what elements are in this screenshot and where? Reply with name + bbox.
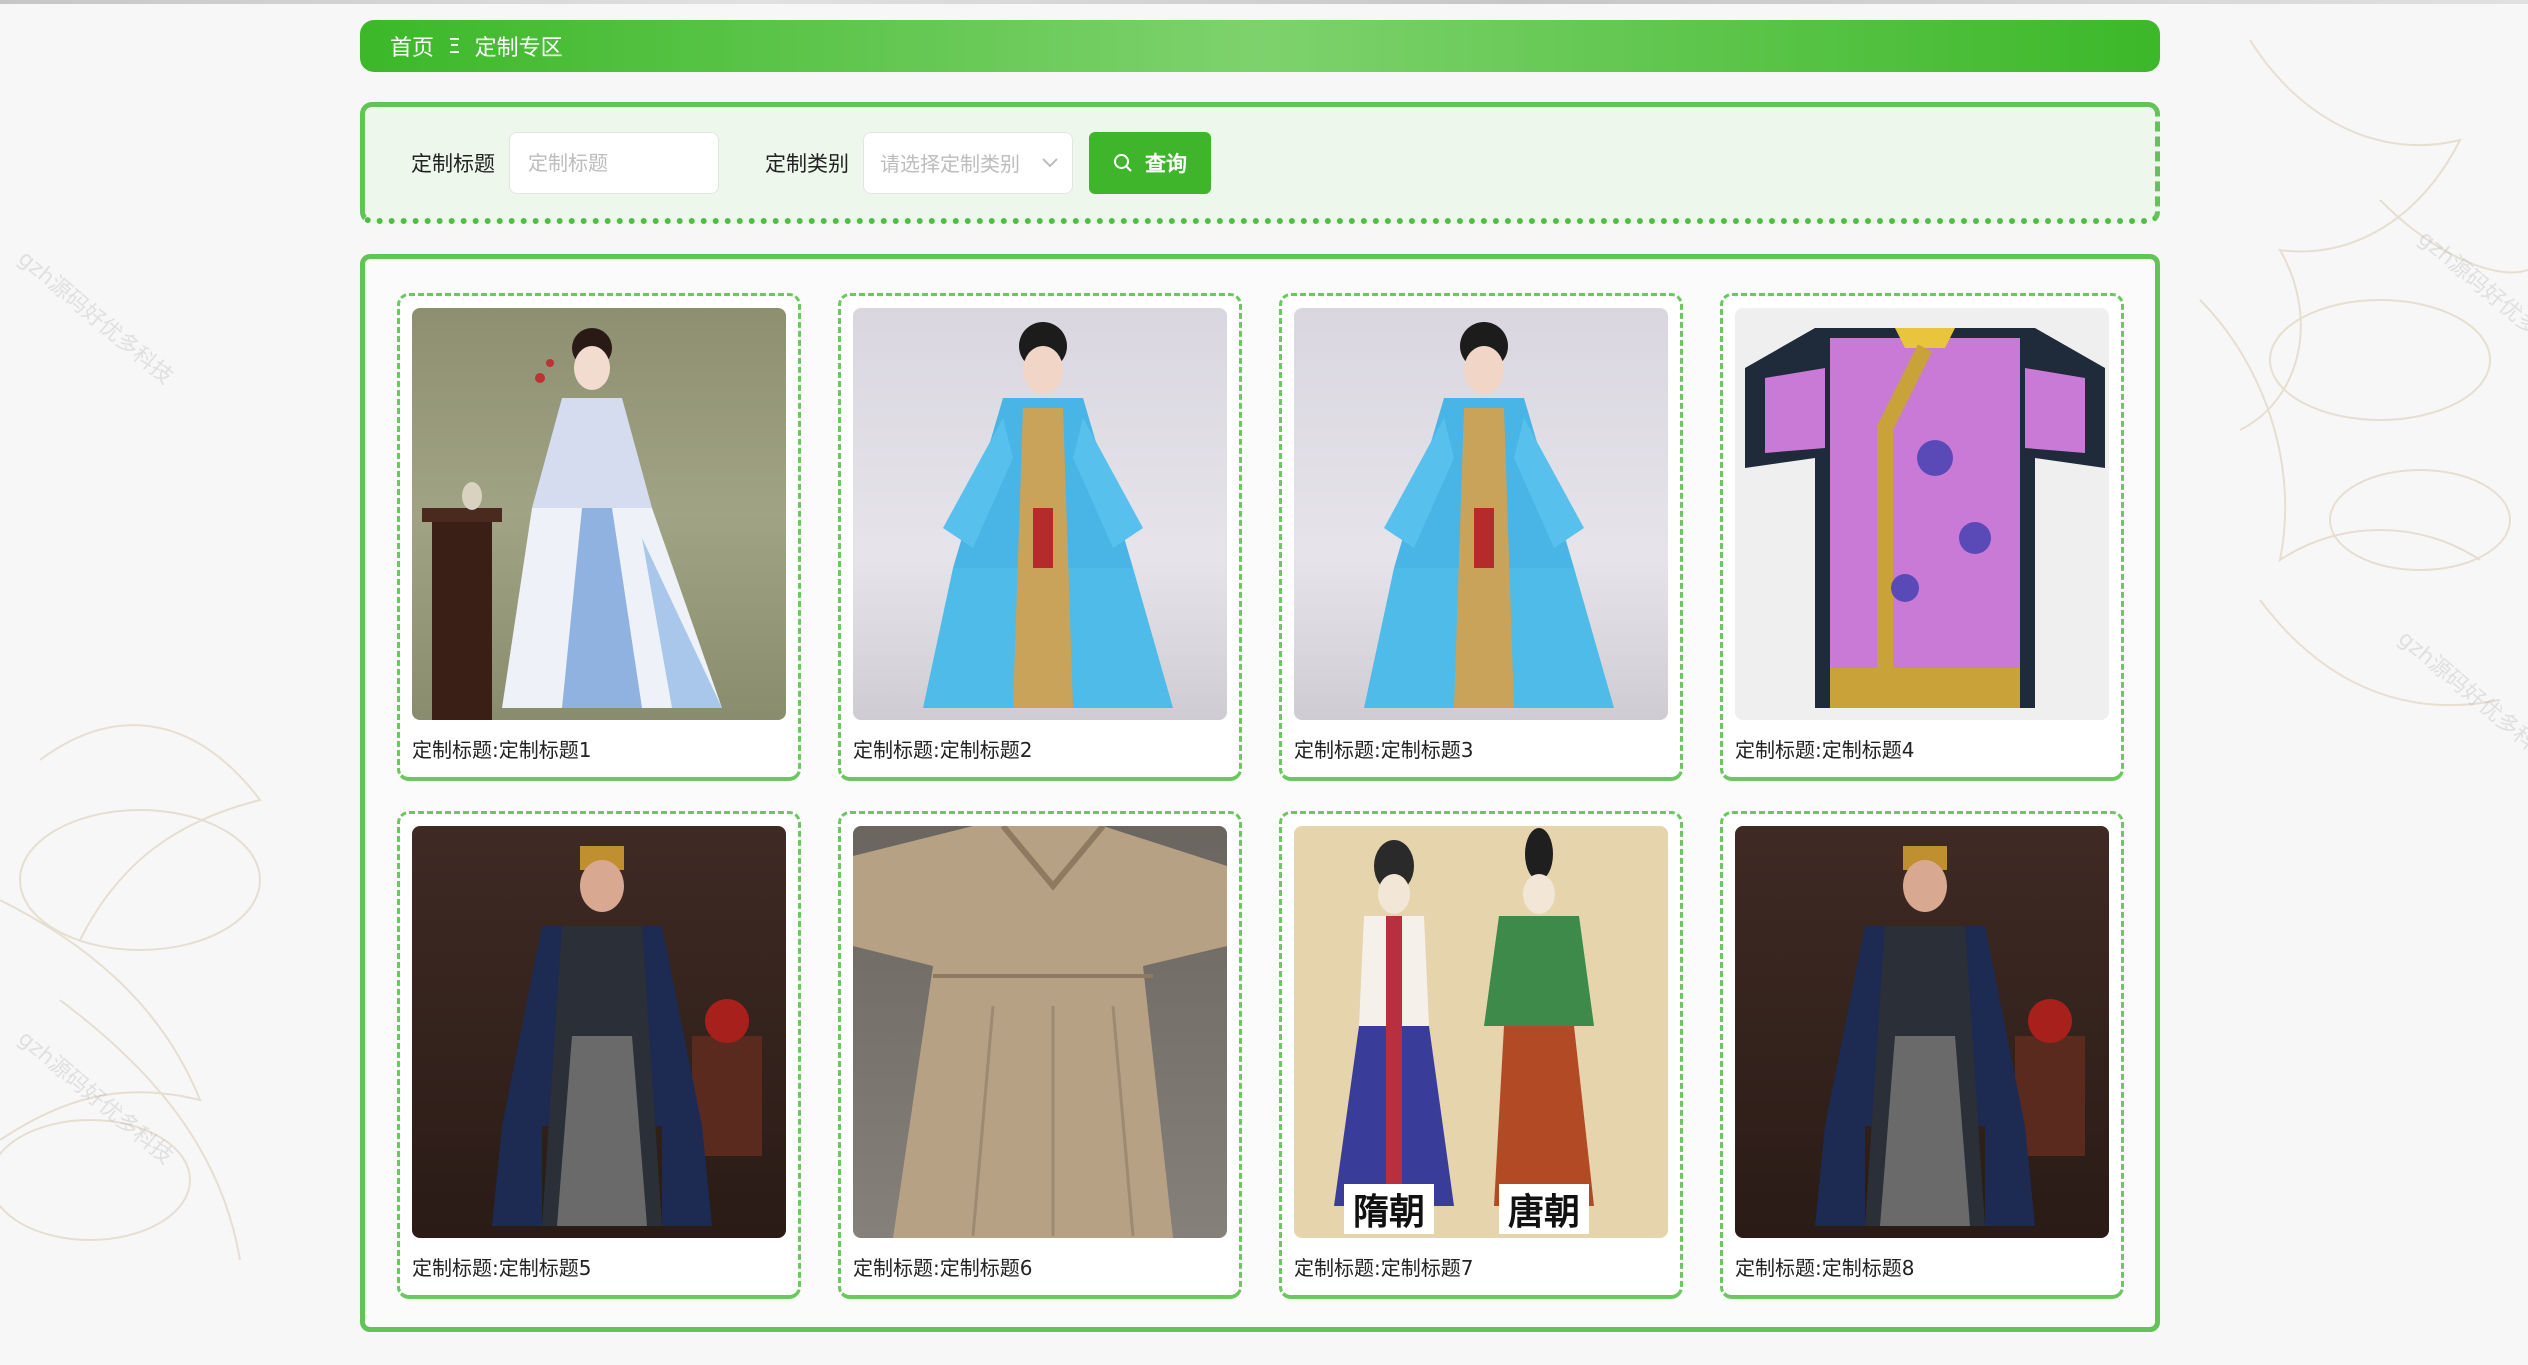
product-card[interactable]: 定制标题:定制标题4 [1720,293,2124,781]
watermark-text: gzh源码好优多科技 [2412,226,2528,370]
product-card[interactable]: 定制标题:定制标题2 [838,293,1242,781]
image-caption-right: 唐朝 [1508,1191,1580,1233]
top-border [0,0,2528,4]
query-button[interactable]: 查询 [1089,131,1211,194]
title-input-box[interactable] [509,131,719,194]
product-title[interactable]: 定制标题:定制标题5 [412,1252,786,1281]
product-title[interactable]: 定制标题:定制标题1 [412,734,786,763]
product-image[interactable] [853,826,1227,1238]
query-button-label: 查询 [1145,151,1187,176]
product-title[interactable]: 定制标题:定制标题4 [1735,734,2109,763]
product-title[interactable]: 定制标题:定制标题7 [1294,1252,1668,1281]
search-panel: 定制标题 定制类别 请选择定制类别 查询 [360,102,2160,224]
watermark-text: gzh源码好优多科技 [12,246,178,390]
search-icon [1114,153,1132,172]
product-card[interactable]: 定制标题:定制标题8 [1720,811,2124,1299]
title-field-label: 定制标题 [411,151,495,176]
product-image[interactable] [412,308,786,720]
product-card[interactable]: 定制标题:定制标题6 [838,811,1242,1299]
category-field-label: 定制类别 [765,151,849,176]
image-caption-left: 隋朝 [1353,1192,1425,1233]
product-title[interactable]: 定制标题:定制标题8 [1735,1252,2109,1281]
product-image[interactable]: 隋朝 唐朝 [1294,826,1668,1238]
main-container: 首页 Ξ 定制专区 定制标题 定制类别 请选择定制类别 查询 [360,20,2160,1332]
product-title[interactable]: 定制标题:定制标题2 [853,734,1227,763]
product-image[interactable] [1735,308,2109,720]
product-image[interactable] [1735,826,2109,1238]
breadcrumb-current: 定制专区 [474,36,563,61]
product-title[interactable]: 定制标题:定制标题6 [853,1252,1227,1281]
product-image[interactable] [1294,308,1668,720]
product-image[interactable] [412,826,786,1238]
product-card[interactable]: 隋朝 唐朝 定制标题:定制标题7 [1279,811,1683,1299]
breadcrumb-home-link[interactable]: 首页 [390,30,434,62]
product-card[interactable]: 定制标题:定制标题5 [397,811,801,1299]
category-select[interactable]: 请选择定制类别 [863,131,1073,194]
product-image[interactable] [853,308,1227,720]
product-title[interactable]: 定制标题:定制标题3 [1294,734,1668,763]
product-grid: 定制标题:定制标题1 定制标题:定制标题2 定制标题:定制标题3 定制标题:定制… [360,254,2160,1332]
breadcrumb-separator-icon: Ξ [448,34,461,58]
category-select-placeholder: 请选择定制类别 [880,152,1020,176]
product-card[interactable]: 定制标题:定制标题1 [397,293,801,781]
breadcrumb: 首页 Ξ 定制专区 [360,20,2160,72]
watermark-text: gzh源码好优多科技 [2392,626,2528,770]
product-card[interactable]: 定制标题:定制标题3 [1279,293,1683,781]
watermark-text: gzh源码好优多科技 [12,1026,178,1170]
title-input[interactable] [526,149,718,176]
chevron-down-icon [1042,157,1058,167]
